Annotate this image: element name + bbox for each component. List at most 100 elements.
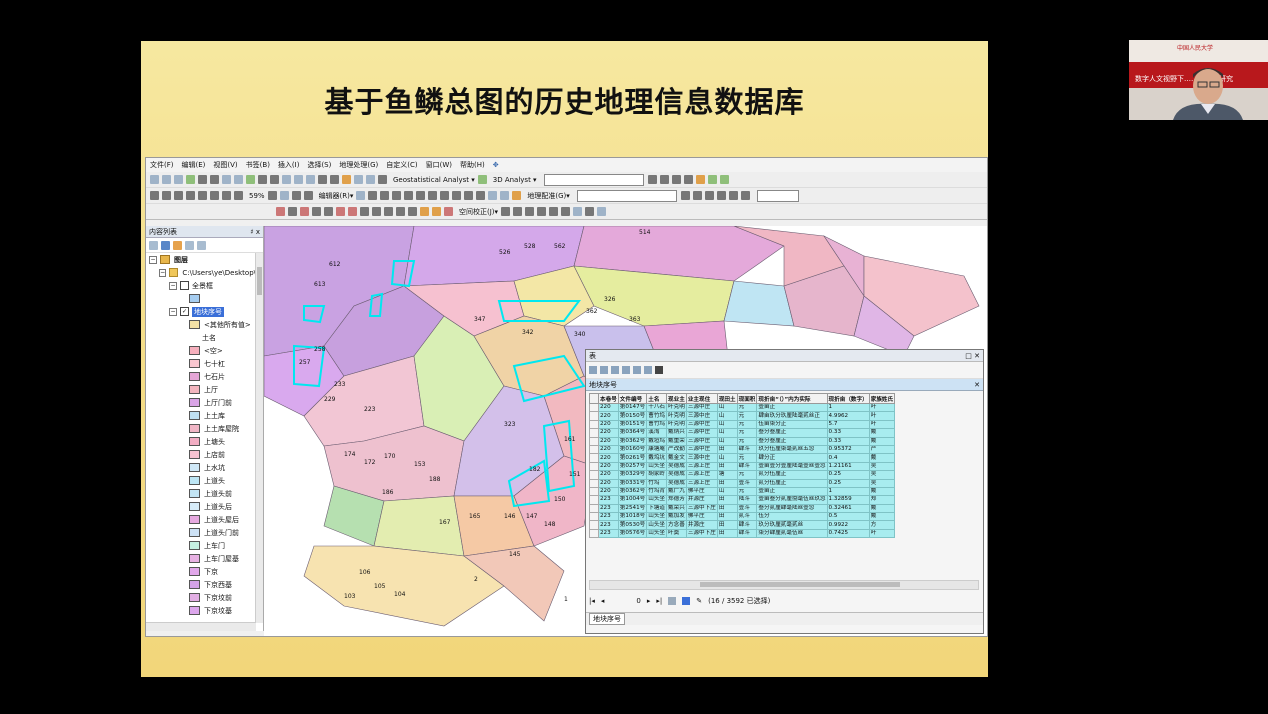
layers-node[interactable]: − 图层 (146, 253, 256, 266)
table-cell[interactable]: 戴 (868, 503, 896, 514)
table-cell[interactable]: 0.9922 (826, 520, 870, 530)
menu-windows[interactable]: 窗口(W) (426, 160, 452, 170)
table-cell[interactable]: 严改勤 (666, 444, 687, 455)
table-cell[interactable]: 第0151号 (617, 419, 648, 430)
row-selector[interactable] (589, 461, 599, 472)
legend-item[interactable]: 上厅门前 (146, 396, 256, 409)
back-icon[interactable] (222, 175, 231, 184)
table-cell[interactable]: 叶 (868, 528, 896, 539)
table-cell[interactable]: 山头坐 (646, 495, 668, 505)
folder-node[interactable]: − C:\Users\ye\Desktop\ (146, 266, 256, 279)
table-cell[interactable]: 0.5 (826, 512, 870, 522)
table-cell[interactable]: 山头坐 (646, 461, 668, 472)
bottom-table-tab[interactable]: 地块序号 (589, 613, 625, 625)
table-cell[interactable]: 方 (868, 520, 896, 530)
table-cell[interactable]: 溪湾 (646, 428, 668, 438)
table-cell[interactable]: 叁分贰厘肆毫陆丝壹忽 (756, 503, 828, 514)
table-row[interactable]: 223 第1018号 山头坐 戴加发 佛平庄田贰斗 伍分 0.5 戴 (589, 512, 896, 522)
first-record-icon[interactable]: |◂ (589, 597, 595, 605)
flip-icon[interactable] (740, 191, 750, 200)
table-cell[interactable]: 元 (736, 428, 758, 438)
table-cell[interactable]: 叶 (868, 411, 896, 421)
sketch-properties-icon[interactable] (500, 191, 510, 200)
table-cell[interactable]: 壹亩叁分贰厘捌毫伍丝玖忽 (756, 495, 828, 505)
table-cell[interactable]: 0.25 (826, 470, 870, 480)
geostatistical-analyst-menu[interactable]: Geostatistical Analyst ▾ (393, 176, 475, 184)
legend-item[interactable]: 上土库屋院 (146, 422, 256, 435)
arrange-icon[interactable]: ✥ (493, 161, 499, 169)
adjust-options-icon[interactable] (585, 207, 595, 216)
new-link-icon[interactable] (513, 207, 523, 216)
list-by-visibility-icon[interactable] (173, 240, 182, 250)
table-cell[interactable]: 第0329号 (617, 470, 648, 480)
table-row[interactable]: 220 第0160号 康塘庵 严改勤 三源中庄田肆斗 玖分伍厘柒毫贰丝五忽 0.95372 严 (589, 444, 896, 455)
table-cell[interactable]: 三源中庄 (685, 402, 718, 413)
table-cell[interactable]: 第1018号 (617, 512, 648, 522)
table-row[interactable]: 220 第0261号 戴坞坑 戴金文 三源中庄山元肆分正 0.4 戴 (589, 453, 896, 463)
snap-icon[interactable] (324, 207, 333, 216)
edge-match-icon[interactable] (396, 207, 405, 216)
full-extent-icon[interactable] (186, 175, 195, 184)
table-cell[interactable]: 方念善 (666, 520, 687, 530)
table-cell[interactable]: 田 (716, 461, 738, 472)
table-row[interactable]: 223 第2541号 下塘道 戴荣兴 三源中下庄田壹斗 叁分贰厘肆毫陆丝壹忽 0.32461… (589, 503, 896, 514)
table-cell[interactable]: 三源上庄 (685, 461, 718, 472)
multi-link-icon[interactable] (384, 207, 393, 216)
row-selector[interactable] (589, 411, 599, 421)
legend-item[interactable]: 上水坑 (146, 461, 256, 474)
column-header[interactable]: 现业主 (666, 393, 687, 404)
point-icon[interactable] (416, 191, 426, 200)
legend-item[interactable]: 七十杠 (146, 357, 256, 370)
legend-item[interactable]: 七石片 (146, 370, 256, 383)
menu-selection[interactable]: 选择(S) (307, 160, 331, 170)
table-cell[interactable]: 严 (868, 444, 896, 455)
spatial-adjustment-menu[interactable]: 空间校正(J)▾ (459, 207, 498, 217)
column-header[interactable]: 文件编号 (617, 393, 648, 404)
table-cell[interactable]: 戴 (868, 453, 896, 463)
table-cell[interactable]: 贰分伍厘正 (756, 478, 828, 488)
table-cell[interactable]: 下塘道 (646, 503, 668, 514)
table-cell[interactable]: 肆斗 (736, 520, 758, 530)
select-by-attributes-icon[interactable] (611, 366, 619, 374)
scale-input[interactable] (756, 189, 799, 202)
table-cell[interactable]: 220 (598, 436, 619, 446)
table-cell[interactable]: 壹斗 (736, 503, 758, 514)
row-selector[interactable] (589, 478, 599, 488)
toc-pin-close[interactable]: ♯ x (250, 228, 260, 236)
table-cell[interactable]: 220 (598, 478, 619, 488)
table-cell[interactable]: 康塘庵 (646, 444, 668, 455)
table-cell[interactable]: 223 (598, 503, 619, 514)
table-cell[interactable]: 曹竹坞 (646, 411, 668, 421)
arcscene-icon[interactable] (707, 175, 717, 184)
legend-item[interactable]: 上道头屋后 (146, 513, 256, 526)
shift-icon[interactable] (692, 191, 702, 200)
find-route-icon[interactable] (342, 175, 351, 184)
menu-geoprocessing[interactable]: 地理处理(G) (339, 160, 378, 170)
zoom-in-icon[interactable] (150, 175, 159, 184)
table-cell[interactable]: 田 (716, 503, 738, 514)
table-cell[interactable]: 山 (716, 419, 738, 430)
menu-help[interactable]: 帮助(H) (460, 160, 485, 170)
row-selector[interactable] (589, 512, 599, 522)
new-displacement-link-icon[interactable] (336, 207, 345, 216)
view-links-icon[interactable] (561, 207, 571, 216)
table-cell[interactable]: 第0576号 (617, 528, 648, 539)
table-cell[interactable]: 三源中下庄 (685, 528, 718, 539)
table-cell[interactable]: 十八石 (646, 402, 668, 413)
profile-graph-icon[interactable] (683, 175, 693, 184)
column-header[interactable]: 现折亩（数字） (826, 393, 870, 404)
next-record-icon[interactable]: ▸ (647, 597, 651, 605)
table-cell[interactable]: 223 (598, 495, 619, 505)
table-cell[interactable]: 三源中庄 (685, 453, 718, 463)
table-cell[interactable]: 第0160号 (617, 444, 648, 455)
row-selector[interactable] (589, 444, 599, 455)
topology-icon[interactable] (420, 207, 429, 216)
collapse-icon[interactable]: − (169, 307, 177, 316)
table-cell[interactable]: 元 (736, 470, 758, 480)
table-cell[interactable]: 曹竹坞 (646, 419, 668, 430)
adjust-preview-icon[interactable] (549, 207, 559, 216)
split-icon[interactable] (464, 191, 474, 200)
zoom-percent[interactable]: 59% (249, 192, 265, 200)
table-cell[interactable]: 郑德芳 (666, 495, 687, 505)
edit-tool-icon[interactable] (356, 191, 366, 200)
